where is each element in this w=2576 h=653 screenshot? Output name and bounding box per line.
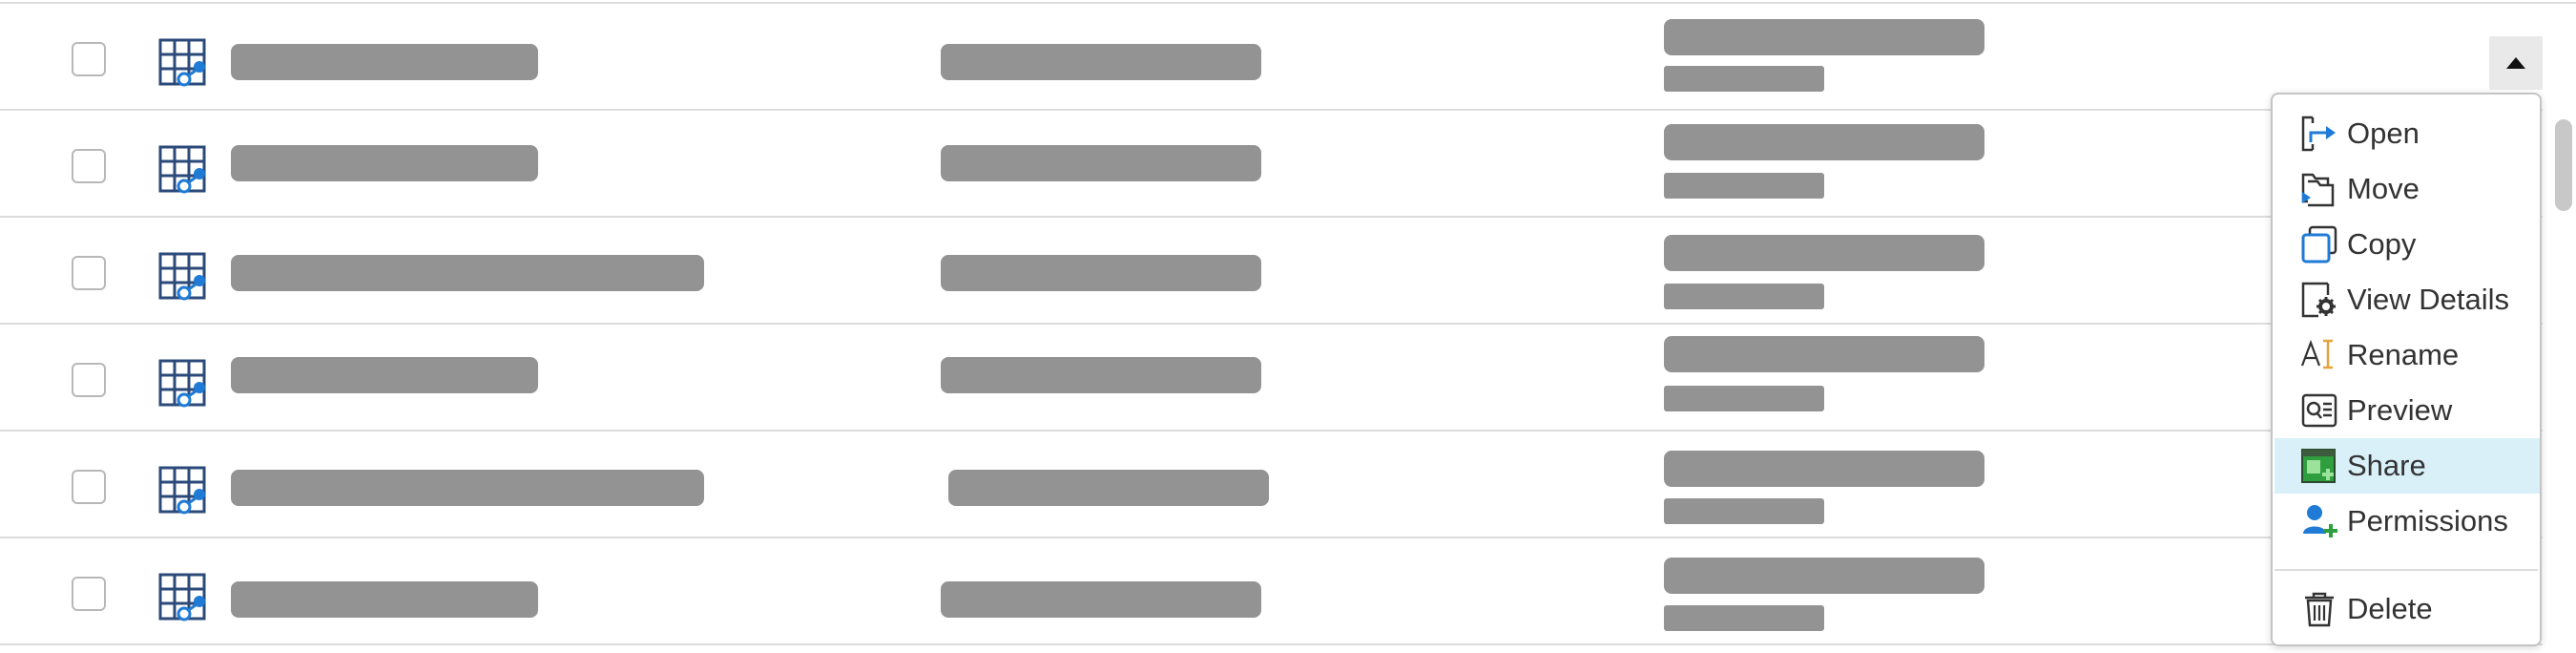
delete-icon [2305, 592, 2334, 627]
table-row[interactable] [0, 111, 2543, 218]
menu-item-share[interactable]: Share [2275, 438, 2540, 494]
file-name-placeholder [231, 44, 538, 80]
spreadsheet-icon [158, 145, 206, 194]
rename-icon [2300, 339, 2333, 369]
move-icon [2301, 173, 2335, 207]
modified-by-placeholder [1664, 386, 1824, 411]
file-type-placeholder [941, 357, 1261, 393]
copy-icon [2301, 225, 2337, 263]
table-row[interactable] [0, 325, 2543, 432]
spreadsheet-icon [158, 359, 206, 408]
file-name-placeholder [231, 145, 538, 181]
share-icon [2301, 449, 2336, 483]
spreadsheet-icon [158, 252, 206, 301]
menu-item-permissions[interactable]: Permissions [2275, 494, 2540, 549]
modified-by-placeholder [1664, 66, 1824, 92]
modified-date-placeholder [1664, 336, 1984, 372]
menu-item-view-details[interactable]: View Details [2275, 272, 2540, 327]
modified-by-placeholder [1664, 173, 1824, 199]
row-checkbox[interactable] [72, 470, 106, 504]
menu-item-rename[interactable]: Rename [2275, 327, 2540, 383]
file-type-placeholder [941, 581, 1261, 618]
modified-date-placeholder [1664, 124, 1984, 160]
file-type-placeholder [941, 255, 1261, 291]
spreadsheet-icon [158, 573, 206, 621]
file-name-placeholder [231, 357, 538, 393]
modified-by-placeholder [1664, 284, 1824, 309]
menu-item-label: Preview [2347, 393, 2453, 427]
menu-item-preview[interactable]: Preview [2275, 383, 2540, 438]
spreadsheet-icon [158, 466, 206, 515]
table-row[interactable] [0, 218, 2543, 325]
menu-item-label: Rename [2347, 338, 2460, 371]
modified-date-placeholder [1664, 19, 1984, 55]
row-checkbox[interactable] [72, 363, 106, 397]
menu-item-copy[interactable]: Copy [2275, 217, 2540, 272]
row-checkbox[interactable] [72, 42, 106, 76]
row-checkbox[interactable] [72, 256, 106, 290]
menu-item-label: Delete [2347, 592, 2433, 625]
menu-item-label: Permissions [2347, 504, 2508, 537]
file-name-placeholder [231, 470, 704, 506]
menu-divider [2275, 569, 2538, 571]
menu-item-label: Open [2347, 116, 2420, 150]
modified-date-placeholder [1664, 235, 1984, 271]
menu-item-open[interactable]: Open [2275, 106, 2540, 161]
file-name-placeholder [231, 255, 704, 291]
modified-date-placeholder [1664, 451, 1984, 487]
permissions-icon [2303, 505, 2337, 537]
spreadsheet-icon [158, 38, 206, 87]
menu-item-move[interactable]: Move [2275, 161, 2540, 217]
row-checkbox[interactable] [72, 149, 106, 183]
vertical-scrollbar-thumb[interactable] [2555, 119, 2572, 211]
table-row[interactable] [0, 538, 2543, 645]
open-icon [2301, 116, 2336, 152]
row-checkbox[interactable] [72, 577, 106, 611]
modified-by-placeholder [1664, 605, 1824, 631]
caret-up-icon [2506, 57, 2525, 69]
file-name-placeholder [231, 581, 538, 618]
table-row[interactable] [0, 432, 2543, 538]
view-details-icon [2301, 282, 2336, 318]
file-type-placeholder [948, 470, 1269, 506]
menu-item-label: View Details [2347, 283, 2510, 316]
table-row[interactable] [0, 4, 2543, 111]
preview-icon [2301, 393, 2337, 428]
row-actions-menu: Open Move Copy View Details Rename Previ… [2271, 93, 2542, 646]
menu-item-delete[interactable]: Delete [2275, 581, 2540, 637]
row-actions-toggle-button[interactable] [2489, 36, 2543, 90]
file-type-placeholder [941, 44, 1261, 80]
modified-by-placeholder [1664, 498, 1824, 524]
menu-item-label: Share [2347, 449, 2426, 482]
menu-item-label: Move [2347, 172, 2420, 205]
modified-date-placeholder [1664, 558, 1984, 594]
file-type-placeholder [941, 145, 1261, 181]
menu-item-label: Copy [2347, 227, 2417, 261]
